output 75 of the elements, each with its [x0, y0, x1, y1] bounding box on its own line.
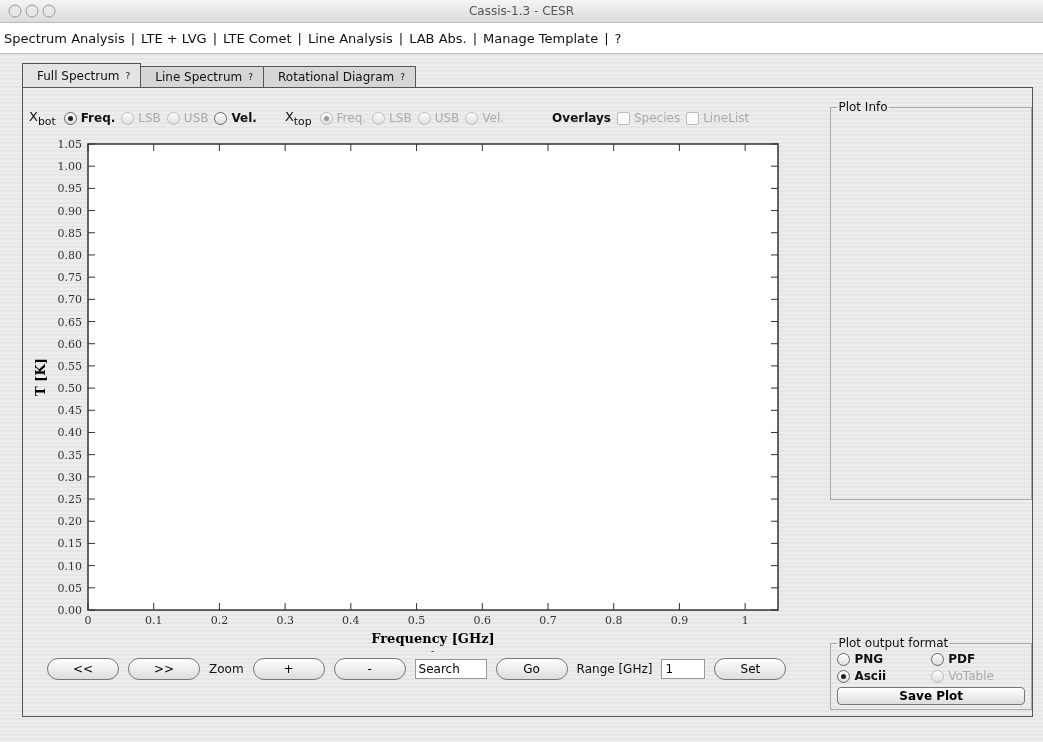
tick-label: 0.65	[57, 315, 82, 329]
save-plot-button[interactable]: Save Plot	[837, 687, 1025, 705]
tick-label: 0.6	[473, 614, 492, 627]
tick-label: 0.4	[342, 614, 360, 627]
menu-item[interactable]: LTE + LVG	[141, 30, 207, 46]
input-field[interactable]: Search	[414, 659, 487, 679]
tick-label: 0.35	[57, 448, 82, 462]
tick-label: 0.30	[57, 470, 82, 484]
toolbar-label: Zoom	[209, 662, 244, 676]
toolbar-button[interactable]: Set	[714, 658, 787, 680]
tick-label: 1	[741, 614, 749, 627]
toolbar-button[interactable]: +	[252, 658, 325, 680]
menu-item[interactable]: Spectrum Analysis	[4, 30, 125, 46]
menu-separator: |	[398, 30, 404, 46]
tab[interactable]: Line Spectrum ?	[140, 66, 265, 87]
menu-item[interactable]: ?	[614, 30, 622, 46]
menu-separator: |	[472, 30, 478, 46]
tick-label: 0.00	[57, 604, 82, 617]
tick-label: 0.3	[276, 614, 294, 627]
menu-item[interactable]: LAB Abs.	[409, 30, 467, 46]
radio-option[interactable]: Vel.	[214, 111, 257, 125]
tick-label: 0.5	[407, 614, 426, 627]
toolbar-button[interactable]: <<	[47, 658, 119, 680]
tab[interactable]: Full Spectrum ?	[22, 63, 142, 87]
tick-label: 1.00	[57, 160, 82, 174]
panel-title: Plot Info	[837, 100, 889, 114]
radio-option[interactable]: Freq.	[63, 111, 116, 125]
tick-label: 0.85	[57, 226, 82, 240]
input-field[interactable]: 1	[661, 659, 706, 679]
tick-label: 0.80	[57, 248, 82, 262]
tick-label: 0.9	[670, 614, 689, 627]
tab[interactable]: Rotational Diagram ?	[263, 66, 417, 87]
menu-item[interactable]: Manage Template	[483, 30, 599, 46]
axis-label: X$_{bot}$	[29, 108, 56, 128]
menu-separator: |	[604, 30, 609, 46]
tick-label: 0.70	[57, 293, 82, 307]
sub-mark: -	[431, 647, 435, 656]
tick-label: 0.1	[144, 614, 163, 627]
axis-title: Frequency [GHz]	[371, 631, 495, 646]
menu-item[interactable]: Line Analysis	[307, 30, 393, 46]
toolbar-button[interactable]: -	[333, 658, 406, 680]
tick-label: 0.75	[57, 271, 82, 285]
overlays-label: Overlays	[552, 111, 611, 125]
tick-label: 0.40	[57, 426, 82, 440]
tick-label: 0.45	[57, 404, 82, 418]
menu-separator: |	[130, 30, 136, 46]
tick-label: 0.95	[57, 182, 82, 196]
toolbar-button[interactable]: Go	[495, 658, 568, 680]
tick-label: 0.15	[57, 537, 82, 551]
menu-separator: |	[297, 30, 302, 46]
tick-label: 0.55	[57, 359, 82, 373]
tick-label: 0.7	[539, 614, 557, 627]
tick-label: 0.50	[57, 382, 82, 396]
tick-label: 0.90	[57, 204, 82, 218]
tick-label: 0.8	[604, 614, 623, 627]
menu-item[interactable]: LTE Comet	[223, 30, 292, 46]
tick-label: 0.60	[57, 337, 82, 351]
tick-label: 0.10	[57, 559, 82, 573]
tick-label: 1.05	[57, 138, 82, 151]
radio-option[interactable]: PNG	[837, 652, 932, 666]
tick-label: 0.05	[57, 581, 82, 595]
radio-option[interactable]: PDF	[931, 652, 1025, 666]
toolbar-button[interactable]: >>	[128, 658, 200, 680]
axis-title: T [K]	[33, 358, 48, 396]
toolbar-label: Range [GHz]	[576, 662, 653, 676]
menu-separator: |	[212, 30, 218, 46]
tick-label: 0.20	[57, 515, 82, 529]
tick-label: 0.25	[57, 493, 82, 507]
panel-title: Plot output format	[837, 636, 950, 650]
window-title: Cassis-1.3 - CESR	[468, 4, 575, 18]
window-controls-icon[interactable]	[8, 4, 56, 18]
tick-label: 0	[84, 614, 92, 627]
axis-label: X$_{top}$	[284, 108, 312, 128]
radio-option[interactable]: Ascii	[837, 669, 932, 683]
tick-label: 0.2	[210, 614, 229, 627]
